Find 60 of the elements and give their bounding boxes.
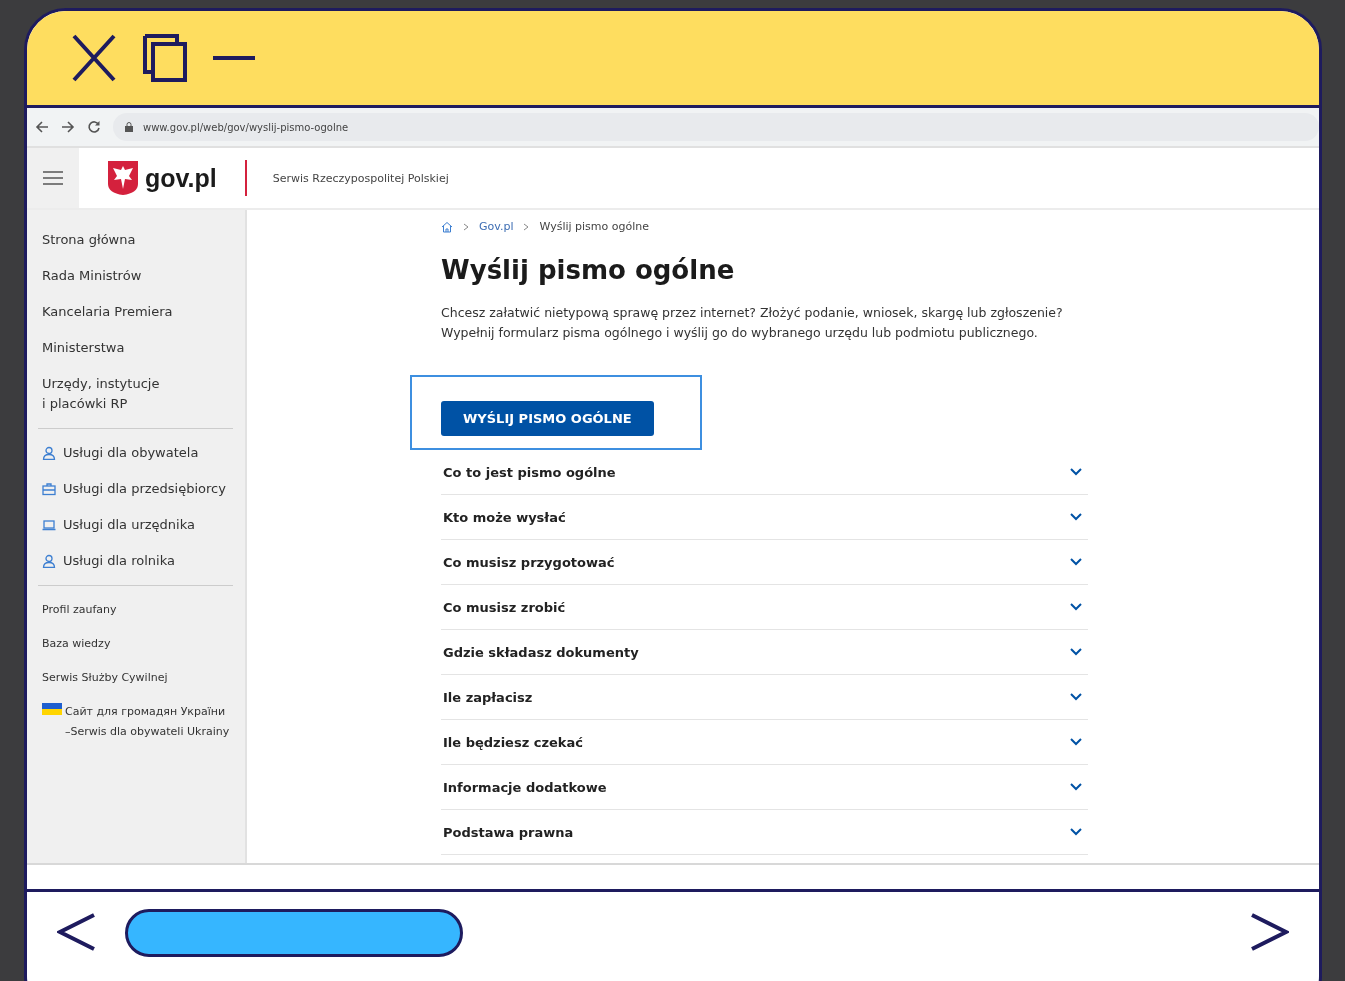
reload-icon[interactable] <box>87 120 101 134</box>
close-icon[interactable] <box>71 33 117 83</box>
emblem-icon <box>107 160 139 196</box>
breadcrumb-current: Wyślij pismo ogólne <box>539 220 649 233</box>
accordion-item[interactable]: Ile będziesz czekać <box>441 720 1088 765</box>
nav-link[interactable]: Baza wiedzy <box>42 634 231 654</box>
accordion-item[interactable]: Podstawa prawna <box>441 810 1088 855</box>
intro-text: Chcesz załatwić nietypową sprawę przez internet? Złożyć podanie, wniosek, skargę lub zgłoszenie? Wypełnij formularz pisma ogólnego i wyślij go do wybranego urzędu lub podmiotu publicznego. <box>441 304 1064 342</box>
nav-link[interactable]: Сайт для громадян України –Serwis dla obywateli Ukrainy <box>65 702 230 742</box>
nav-link[interactable]: Profil zaufany <box>42 600 231 620</box>
accordion-item[interactable]: Co musisz zrobić <box>441 585 1088 630</box>
nav-link[interactable]: Serwis Służby Cywilnej <box>42 668 231 688</box>
menu-icon[interactable] <box>43 171 63 185</box>
minimize-icon[interactable] <box>213 55 255 61</box>
accordion-item[interactable]: Co to jest pismo ogólne <box>441 450 1088 495</box>
nav-link[interactable]: Urzędy, instytucje i placówki RP <box>42 374 231 414</box>
service-link[interactable]: Usługi dla obywatela <box>63 443 199 463</box>
site-tagline: Serwis Rzeczypospolitej Polskiej <box>272 171 449 185</box>
home-icon[interactable] <box>441 220 453 233</box>
accordion-item[interactable]: Co musisz przygotować <box>441 540 1088 585</box>
address-bar[interactable]: www.gov.pl/web/gov/wyslij-pismo-ogolne <box>113 113 1319 141</box>
nav-link[interactable]: Strona główna <box>42 230 231 250</box>
chevron-icon <box>1070 828 1082 836</box>
chevron-icon <box>523 222 530 231</box>
nav-link[interactable]: Rada Ministrów <box>42 266 231 286</box>
accordion-item[interactable]: Informacje dodatkowe <box>441 765 1088 810</box>
flag-icon <box>42 703 62 715</box>
chevron-icon <box>1070 738 1082 746</box>
service-link[interactable]: Usługi dla rolnika <box>63 551 175 571</box>
breadcrumb-link[interactable]: Gov.pl <box>479 220 514 233</box>
chevron-icon <box>1070 513 1082 521</box>
chevron-icon <box>463 222 469 231</box>
scroll-bar[interactable] <box>125 909 463 957</box>
send-letter-button[interactable]: WYŚLIJ PISMO OGÓLNE <box>441 401 654 436</box>
laptop-icon <box>42 518 56 532</box>
chevron-icon <box>1070 558 1082 566</box>
back-icon[interactable] <box>35 120 49 134</box>
chevron-icon <box>1070 468 1082 476</box>
nav-link[interactable]: Ministerstwa <box>42 338 231 358</box>
page-title: Wyślij pismo ogólne <box>441 255 736 285</box>
chevron-icon <box>1070 783 1082 791</box>
person-icon <box>42 554 56 568</box>
chevron-icon <box>1070 693 1082 701</box>
right-chevron-icon[interactable] <box>1249 912 1289 952</box>
briefcase-icon <box>42 482 56 496</box>
left-chevron-icon[interactable] <box>57 912 97 952</box>
restore-icon[interactable] <box>143 34 187 82</box>
url-text: www.gov.pl/web/gov/wyslij-pismo-ogolne <box>143 121 349 133</box>
service-link[interactable]: Usługi dla przedsiębiorcy <box>63 479 226 499</box>
accordion-item[interactable]: Gdzie składasz dokumenty <box>441 630 1088 675</box>
accordion-item[interactable]: Kto może wysłać <box>441 495 1088 540</box>
service-link[interactable]: Usługi dla urzędnika <box>63 515 195 535</box>
chevron-icon <box>1070 648 1082 656</box>
chevron-icon <box>1070 603 1082 611</box>
forward-icon[interactable] <box>61 120 75 134</box>
site-logo[interactable]: gov.pl <box>145 163 217 193</box>
person-icon <box>42 446 56 460</box>
accordion-item[interactable]: Ile zapłacisz <box>441 675 1088 720</box>
nav-link[interactable]: Kancelaria Premiera <box>42 302 231 322</box>
lock-icon <box>125 122 133 132</box>
